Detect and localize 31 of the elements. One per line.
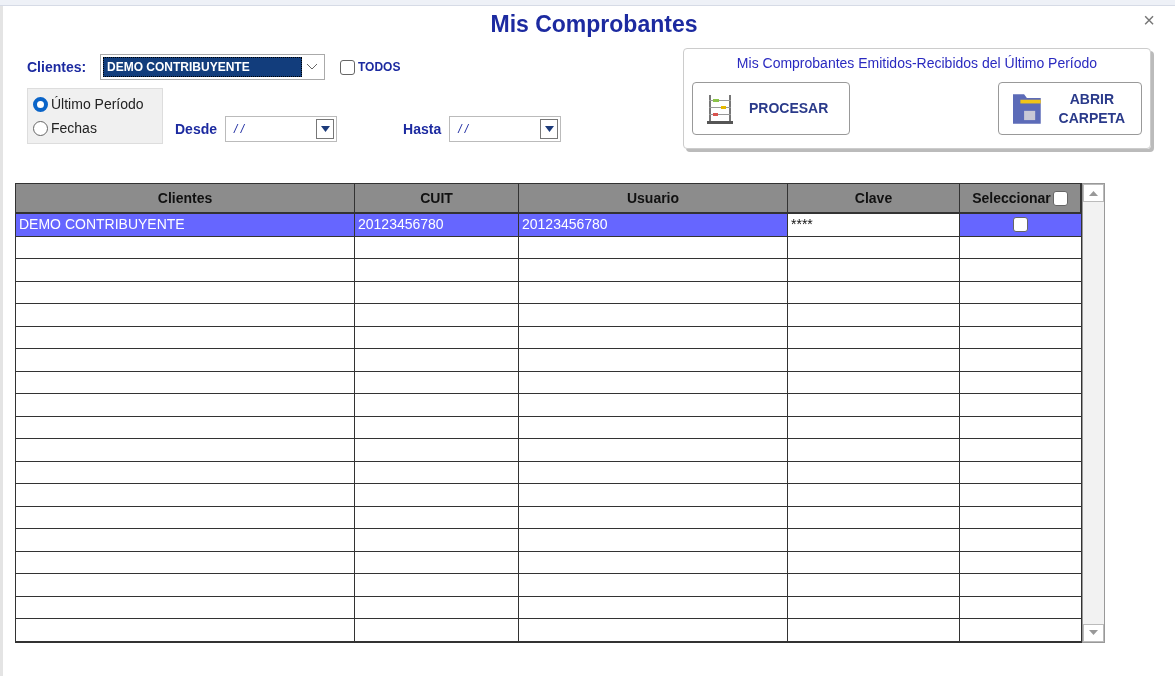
select-all-checkbox[interactable]: [1052, 190, 1068, 206]
abacus-icon: [707, 93, 733, 124]
radio-button[interactable]: [33, 96, 48, 112]
process-button[interactable]: PROCESAR: [692, 82, 850, 135]
field-label: Desde: [175, 119, 218, 139]
dropdown-icon[interactable]: [540, 119, 559, 139]
table-cell: ****: [788, 214, 960, 237]
table-cell: 20123456780: [519, 214, 788, 237]
field-label: Hasta: [403, 119, 442, 139]
field-label: Clientes:: [27, 57, 88, 77]
window-title: Mis Comprobantes: [490, 9, 698, 39]
radio-label: Fechas: [51, 118, 97, 138]
todos-checkbox[interactable]: [340, 59, 355, 75]
scroll-down-icon[interactable]: [1083, 623, 1104, 642]
table-row[interactable]: DEMO CONTRIBUYENTE 20123456780 20123456780 ****: [16, 214, 1081, 237]
date-field[interactable]: / /: [449, 116, 562, 142]
radio-label: Último Período: [51, 94, 144, 114]
radio-button[interactable]: [33, 120, 48, 136]
scrollbar[interactable]: [1082, 183, 1105, 643]
close-button[interactable]: ×: [1143, 10, 1155, 30]
row-checkbox[interactable]: [1013, 217, 1028, 233]
checkbox-label: TODOS: [358, 59, 401, 76]
open-folder-button[interactable]: ABRIR CARPETA: [998, 82, 1142, 135]
panel-title: Mis Comprobantes Emitidos-Recibidos del Último Período: [735, 54, 1099, 73]
date-field[interactable]: / /: [225, 116, 338, 142]
clientes-dropdown[interactable]: DEMO CONTRIBUYENTE: [100, 54, 325, 80]
table-cell: DEMO CONTRIBUYENTE: [16, 214, 355, 237]
dropdown-icon[interactable]: [316, 119, 335, 139]
table-cell: 20123456780: [355, 214, 519, 237]
scroll-up-icon[interactable]: [1083, 184, 1104, 202]
folder-icon: [1013, 92, 1041, 125]
